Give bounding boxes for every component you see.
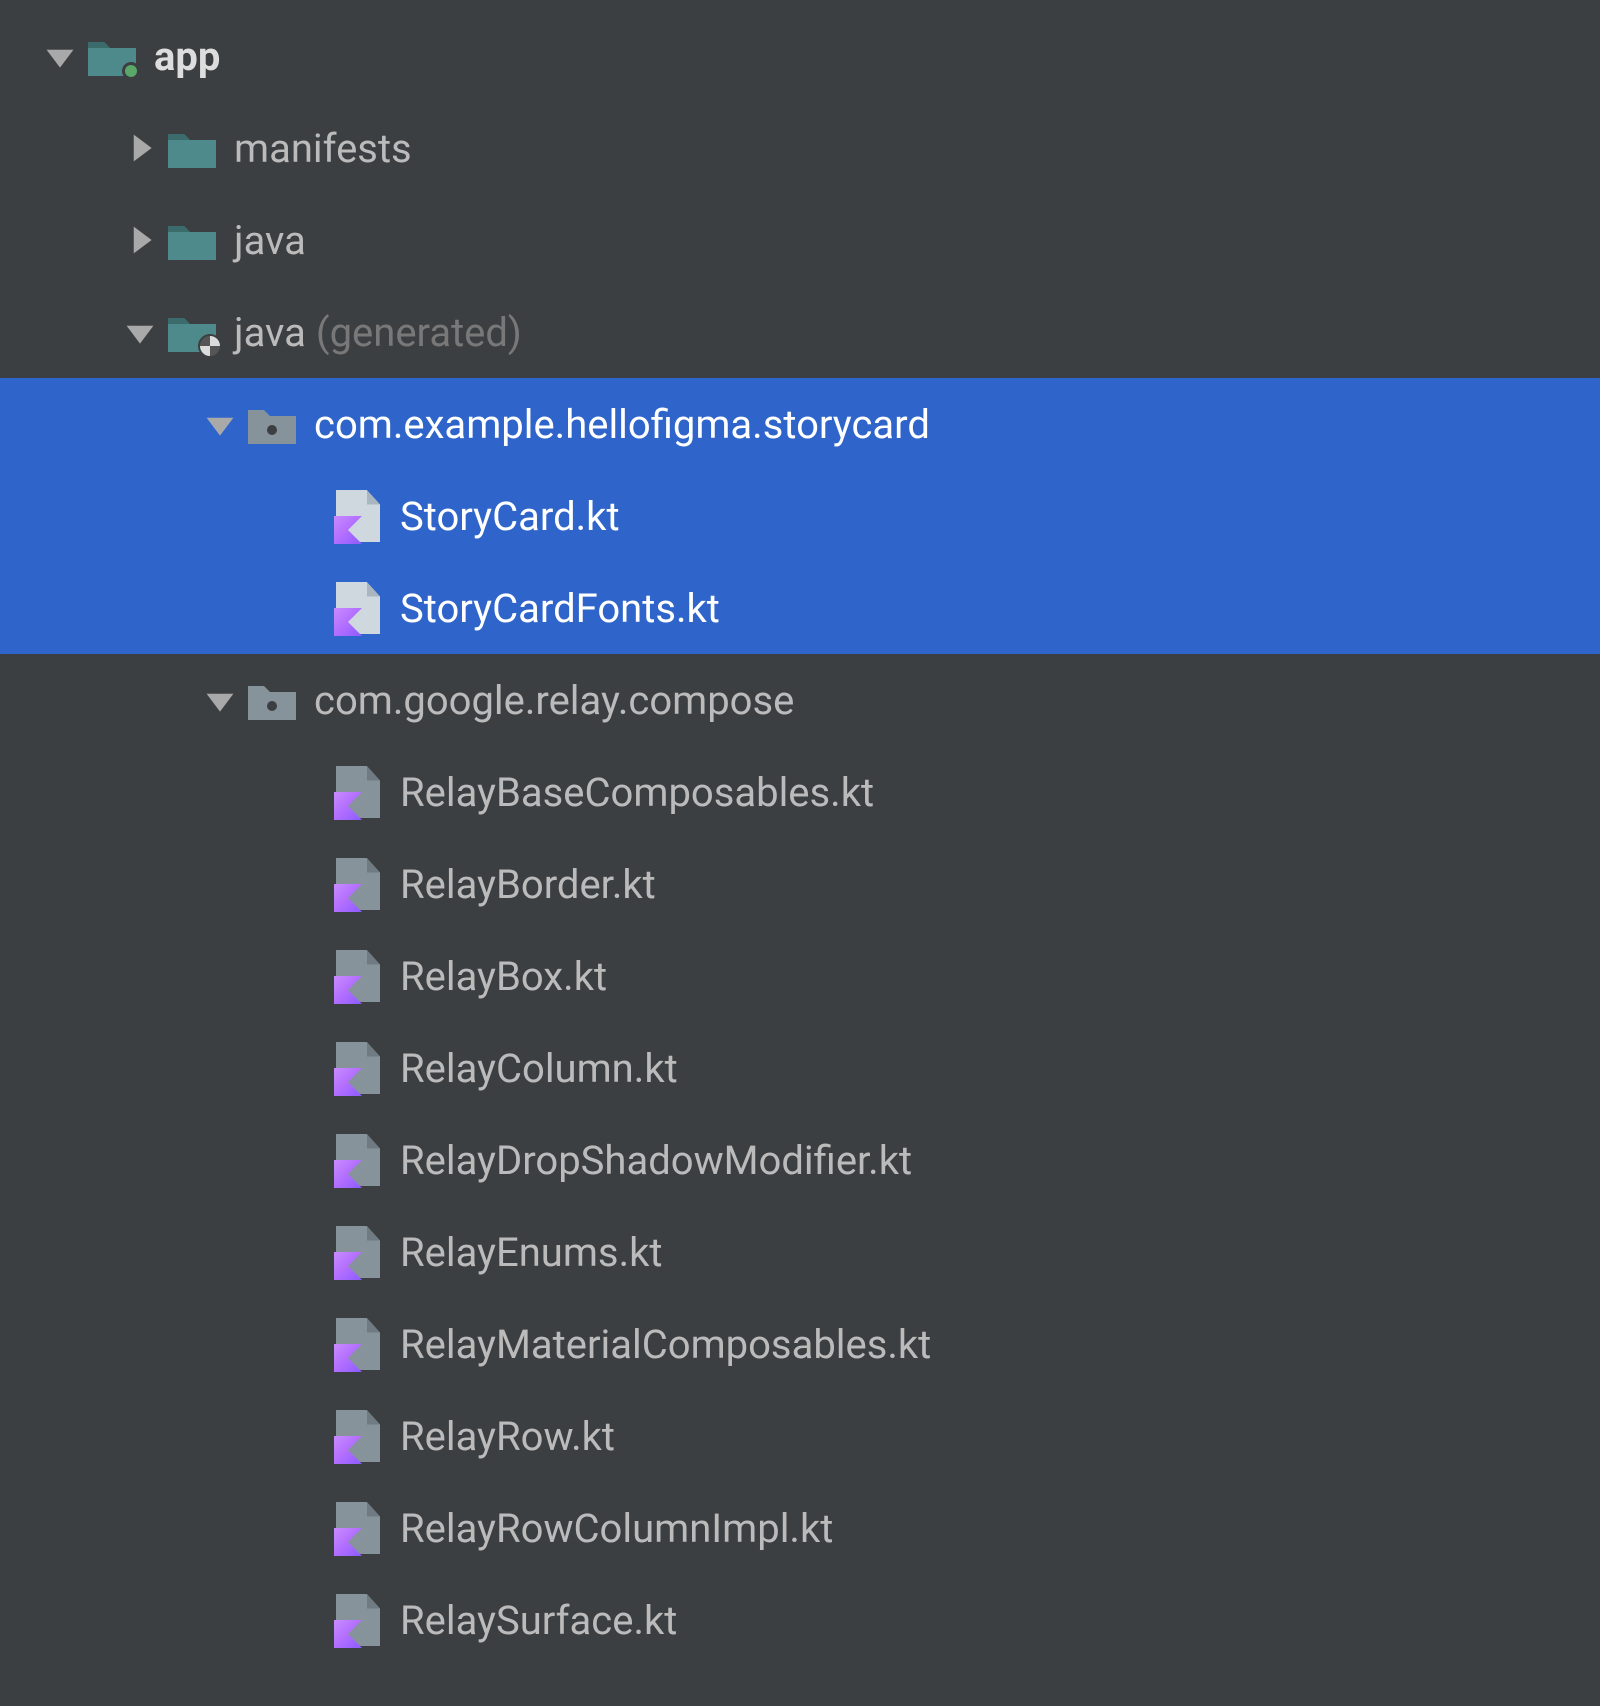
- tree-node-file[interactable]: RelayBaseComposables.kt: [0, 746, 1600, 838]
- tree-node-label: RelaySurface.kt: [400, 1597, 677, 1644]
- tree-node-label: RelayDropShadowModifier.kt: [400, 1137, 912, 1184]
- tree-node-label: StoryCardFonts.kt: [400, 585, 720, 632]
- kotlin-file-icon: [330, 950, 386, 1002]
- tree-node-java-generated[interactable]: java (generated): [0, 286, 1600, 378]
- tree-node-label: RelayBox.kt: [400, 953, 607, 1000]
- tree-node-file[interactable]: RelayColumn.kt: [0, 1022, 1600, 1114]
- tree-node-file-storycard[interactable]: StoryCard.kt: [0, 470, 1600, 562]
- tree-node-file-storycardfonts[interactable]: StoryCardFonts.kt: [0, 562, 1600, 654]
- kotlin-file-icon: [330, 1502, 386, 1554]
- tree-node-file[interactable]: RelayMaterialComposables.kt: [0, 1298, 1600, 1390]
- tree-node-file[interactable]: RelayDropShadowModifier.kt: [0, 1114, 1600, 1206]
- chevron-down-icon[interactable]: [116, 315, 164, 349]
- tree-node-pkg-storycard[interactable]: com.example.hellofigma.storycard: [0, 378, 1600, 470]
- tree-node-pkg-relay[interactable]: com.google.relay.compose: [0, 654, 1600, 746]
- kotlin-file-icon: [330, 1042, 386, 1094]
- tree-node-label: RelayEnums.kt: [400, 1229, 662, 1276]
- kotlin-file-icon: [330, 1226, 386, 1278]
- kotlin-file-icon: [330, 1410, 386, 1462]
- tree-node-file[interactable]: RelayRow.kt: [0, 1390, 1600, 1482]
- kotlin-file-icon: [330, 1318, 386, 1370]
- tree-node-label: RelayBaseComposables.kt: [400, 769, 874, 816]
- tree-node-app[interactable]: app: [0, 10, 1600, 102]
- tree-node-java-src[interactable]: java: [0, 194, 1600, 286]
- tree-node-label: RelayBorder.kt: [400, 861, 656, 908]
- kotlin-file-icon: [330, 1134, 386, 1186]
- tree-node-label: RelayRow.kt: [400, 1413, 615, 1460]
- folder-icon: [164, 128, 220, 168]
- tree-node-manifests[interactable]: manifests: [0, 102, 1600, 194]
- kotlin-file-icon: [330, 766, 386, 818]
- tree-node-file[interactable]: RelayBorder.kt: [0, 838, 1600, 930]
- tree-node-suffix: (generated): [316, 309, 522, 356]
- tree-node-label: manifests: [234, 125, 412, 172]
- package-icon: [244, 680, 300, 720]
- tree-node-file[interactable]: RelaySurface.kt: [0, 1574, 1600, 1666]
- kotlin-file-icon: [330, 490, 386, 542]
- chevron-down-icon[interactable]: [196, 683, 244, 717]
- chevron-down-icon[interactable]: [196, 407, 244, 441]
- kotlin-file-icon: [330, 858, 386, 910]
- tree-node-label: com.google.relay.compose: [314, 677, 794, 724]
- tree-node-label: RelayMaterialComposables.kt: [400, 1321, 931, 1368]
- tree-node-label: RelayRowColumnImpl.kt: [400, 1505, 833, 1552]
- tree-node-label: RelayColumn.kt: [400, 1045, 678, 1092]
- project-tree: app manifests java: [0, 0, 1600, 1666]
- kotlin-file-icon: [330, 582, 386, 634]
- tree-node-label: com.example.hellofigma.storycard: [314, 401, 930, 448]
- tree-node-file[interactable]: RelayRowColumnImpl.kt: [0, 1482, 1600, 1574]
- chevron-right-icon[interactable]: [116, 131, 164, 165]
- tree-node-label: app: [154, 33, 220, 80]
- folder-icon: [164, 220, 220, 260]
- generated-folder-icon: [164, 312, 220, 352]
- module-folder-icon: [84, 36, 140, 76]
- tree-node-label: java: [234, 309, 306, 356]
- tree-node-label: java: [234, 217, 306, 264]
- chevron-right-icon[interactable]: [116, 223, 164, 257]
- chevron-down-icon[interactable]: [36, 39, 84, 73]
- kotlin-file-icon: [330, 1594, 386, 1646]
- package-icon: [244, 404, 300, 444]
- tree-node-label: StoryCard.kt: [400, 493, 620, 540]
- tree-node-file[interactable]: RelayBox.kt: [0, 930, 1600, 1022]
- tree-node-file[interactable]: RelayEnums.kt: [0, 1206, 1600, 1298]
